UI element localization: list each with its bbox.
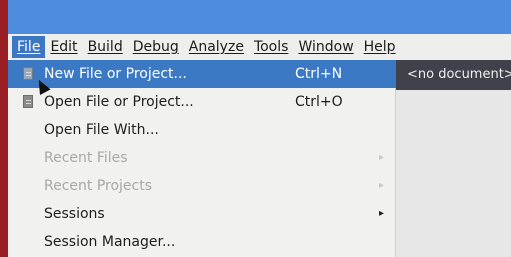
menu-item-label: Recent Projects (44, 178, 153, 194)
editor-area: <no document> (395, 60, 511, 257)
file-menu-dropdown: New File or Project... Ctrl+N Open File … (8, 60, 396, 257)
menu-item-sessions[interactable]: Sessions ▸ (8, 200, 396, 228)
window-titlebar (8, 0, 511, 34)
menu-tools[interactable]: Tools (249, 36, 294, 58)
menu-item-open-file-with[interactable]: Open File With... (8, 116, 396, 144)
menu-item-new-file-or-project[interactable]: New File or Project... Ctrl+N (8, 60, 396, 88)
menu-debug[interactable]: Debug (128, 36, 184, 58)
menu-item-label: Session Manager... (44, 234, 176, 250)
document-icon (23, 67, 33, 80)
shortcut-text: Ctrl+N (295, 66, 343, 82)
menu-item-session-manager[interactable]: Session Manager... (8, 228, 396, 256)
menu-item-recent-files[interactable]: Recent Files ▸ (8, 144, 396, 172)
menu-edit[interactable]: Edit (45, 36, 82, 58)
menu-item-label: New File or Project... (44, 66, 187, 82)
submenu-arrow-icon: ▸ (379, 208, 385, 219)
menu-item-recent-projects[interactable]: Recent Projects ▸ (8, 172, 396, 200)
menubar: File Edit Build Debug Analyze Tools Wind… (8, 34, 511, 61)
menu-item-open-file-or-project[interactable]: Open File or Project... Ctrl+O (8, 88, 396, 116)
menu-item-label: Open File With... (44, 122, 159, 138)
menu-item-label: Open File or Project... (44, 94, 194, 110)
shortcut-text: Ctrl+O (295, 94, 343, 110)
window-left-border (0, 0, 8, 257)
menu-build[interactable]: Build (83, 36, 128, 58)
menu-window[interactable]: Window (293, 36, 358, 58)
submenu-arrow-icon: ▸ (379, 180, 385, 191)
submenu-arrow-icon: ▸ (379, 152, 385, 163)
menu-item-label: Sessions (44, 206, 105, 222)
menu-file[interactable]: File (12, 36, 46, 58)
document-icon (23, 95, 33, 108)
menu-analyze[interactable]: Analyze (184, 36, 249, 58)
menu-item-label: Recent Files (44, 150, 128, 166)
menu-help[interactable]: Help (359, 36, 401, 58)
document-tab[interactable]: <no document> (395, 60, 511, 90)
